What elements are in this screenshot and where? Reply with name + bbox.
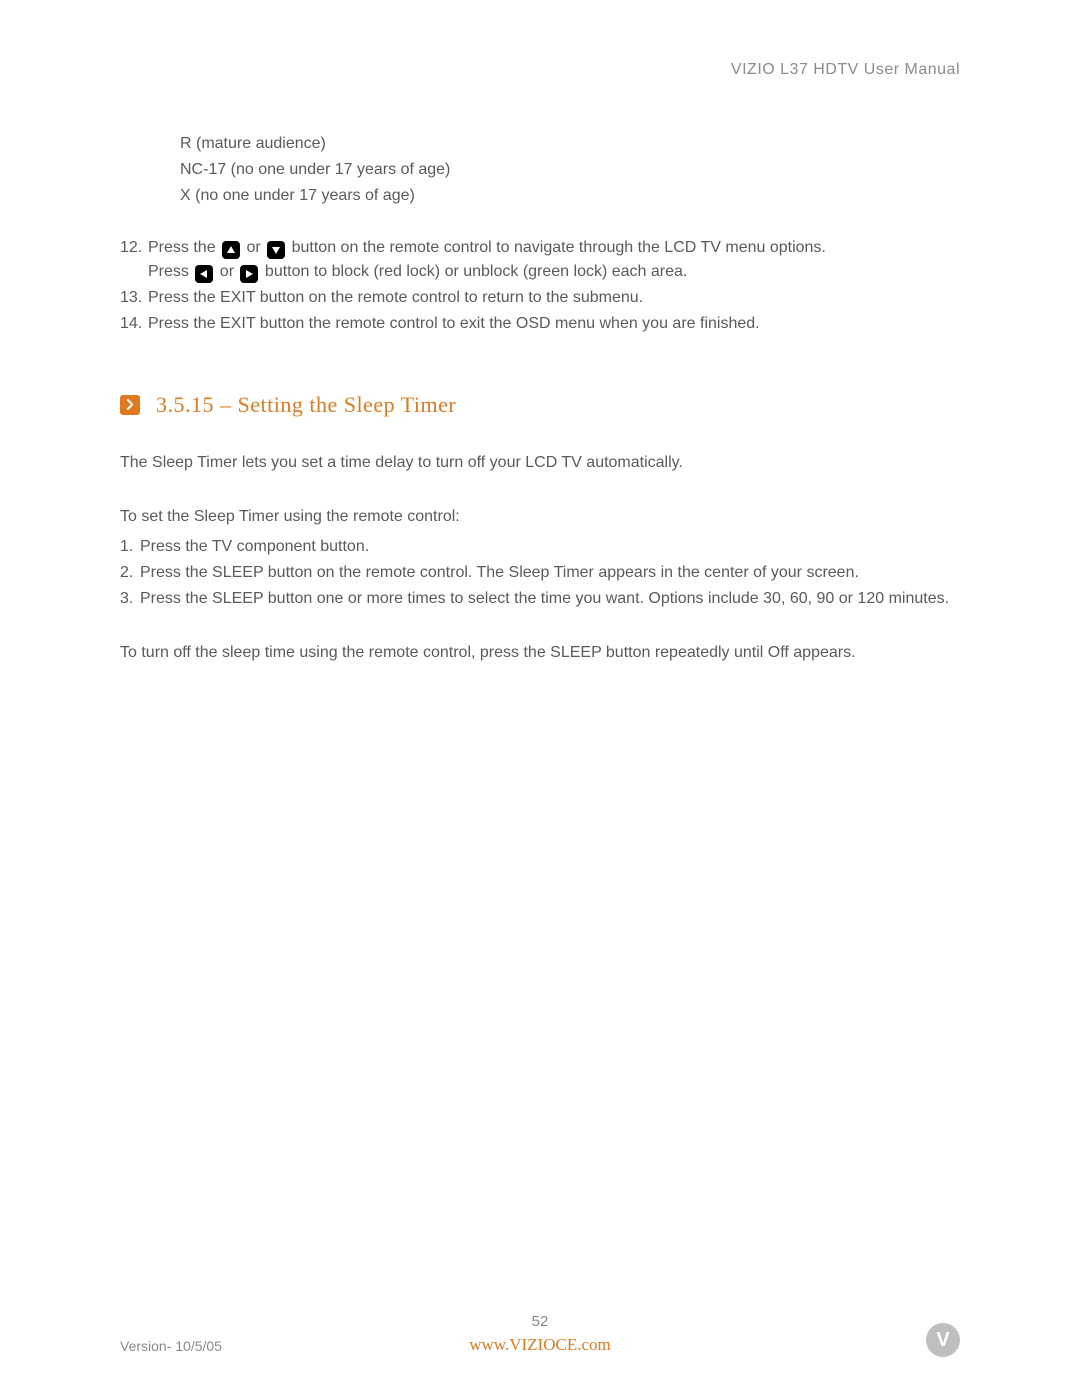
text: or bbox=[220, 263, 239, 280]
ratings-block: R (mature audience) NC-17 (no one under … bbox=[120, 132, 960, 208]
ordered-list: 1. Press the TV component button. 2. Pre… bbox=[120, 535, 960, 611]
chevron-bullet-icon bbox=[120, 395, 140, 415]
right-arrow-icon bbox=[240, 265, 258, 283]
rating-line: NC-17 (no one under 17 years of age) bbox=[180, 158, 960, 182]
list-number: 3. bbox=[120, 587, 140, 611]
list-number: 14. bbox=[120, 312, 148, 336]
list-number: 1. bbox=[120, 535, 140, 559]
paragraph: To set the Sleep Timer using the remote … bbox=[120, 505, 960, 529]
rating-line: R (mature audience) bbox=[180, 132, 960, 156]
page-header: VIZIO L37 HDTV User Manual bbox=[120, 58, 960, 82]
list-number: 2. bbox=[120, 561, 140, 585]
vizio-badge-icon: V bbox=[926, 1323, 960, 1357]
list-number: 12. bbox=[120, 236, 148, 260]
list-item: 2. Press the SLEEP button on the remote … bbox=[120, 561, 960, 585]
section-title: 3.5.15 – Setting the Sleep Timer bbox=[156, 388, 456, 421]
paragraph: The Sleep Timer lets you set a time dela… bbox=[120, 451, 960, 475]
list-item: 13. Press the EXIT button on the remote … bbox=[120, 286, 960, 310]
instruction-list-continued: 12. Press the or button on the remote co… bbox=[120, 236, 960, 336]
page-number: 52 bbox=[0, 1311, 1080, 1334]
list-body: Press the or button on the remote contro… bbox=[148, 236, 960, 284]
text: or bbox=[246, 239, 265, 256]
up-arrow-icon bbox=[222, 241, 240, 259]
page-footer: Version- 10/5/05 52 www.VIZIOCE.com V bbox=[0, 1323, 1080, 1357]
list-item: 1. Press the TV component button. bbox=[120, 535, 960, 559]
paragraph: To turn off the sleep time using the rem… bbox=[120, 641, 960, 665]
down-arrow-icon bbox=[267, 241, 285, 259]
left-arrow-icon bbox=[195, 265, 213, 283]
text: Press the bbox=[148, 239, 220, 256]
section-heading: 3.5.15 – Setting the Sleep Timer bbox=[120, 388, 960, 421]
list-item: 14. Press the EXIT button the remote con… bbox=[120, 312, 960, 336]
list-body: Press the TV component button. bbox=[140, 535, 960, 559]
list-body: Press the SLEEP button one or more times… bbox=[140, 587, 960, 611]
list-body: Press the EXIT button the remote control… bbox=[148, 312, 960, 336]
list-item: 3. Press the SLEEP button one or more ti… bbox=[120, 587, 960, 611]
text: Press bbox=[148, 263, 193, 280]
list-item: 12. Press the or button on the remote co… bbox=[120, 236, 960, 284]
rating-line: X (no one under 17 years of age) bbox=[180, 184, 960, 208]
footer-version: Version- 10/5/05 bbox=[120, 1336, 260, 1357]
list-body: Press the SLEEP button on the remote con… bbox=[140, 561, 960, 585]
list-number: 13. bbox=[120, 286, 148, 310]
text: button to block (red lock) or unblock (g… bbox=[265, 263, 687, 280]
list-body: Press the EXIT button on the remote cont… bbox=[148, 286, 960, 310]
text: button on the remote control to navigate… bbox=[292, 239, 826, 256]
